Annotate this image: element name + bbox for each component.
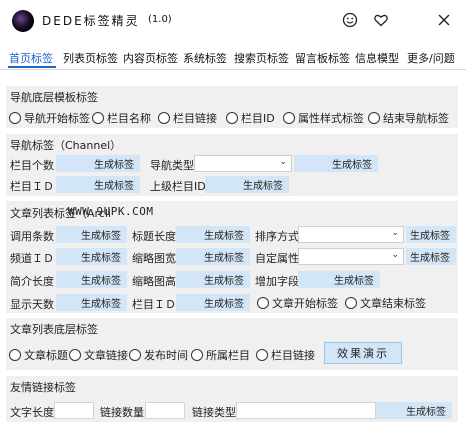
chevron-down-icon: ⌄ (391, 228, 399, 238)
nav-type-select[interactable]: ⌄ (194, 155, 292, 172)
app-logo-icon (12, 10, 34, 32)
generate-button[interactable]: 生成标签 (176, 271, 250, 288)
app-title: DEDE标签精灵 (42, 14, 140, 28)
radio-col-link2[interactable]: 栏目链接 (256, 347, 315, 363)
generate-button[interactable]: 生成标签 (205, 176, 289, 193)
heart-icon[interactable] (370, 9, 392, 31)
label-text-len: 文字长度 (10, 406, 54, 419)
generate-button[interactable]: 生成标签 (298, 271, 380, 288)
section-title: 文章列表底层标签 (10, 323, 98, 336)
tab-bar: 首页标签 列表页标签 内容页标签 系统标签 搜索页标签 留言板标签 信息模型 更… (0, 42, 466, 70)
text-len-input[interactable] (54, 402, 94, 419)
label-intro-len: 简介长度 (10, 275, 54, 288)
label-thumb-w: 缩略图宽 (132, 252, 176, 265)
watermark: WWW.9UPK.COM (68, 205, 154, 218)
generate-button[interactable]: 生成标签 (56, 248, 127, 265)
tab-more[interactable]: 更多/问题 (407, 50, 455, 66)
generate-button[interactable]: 生成标签 (176, 226, 250, 243)
label-custom-attr: 自定属性 (255, 252, 299, 265)
label-days: 显示天数 (10, 298, 54, 311)
chevron-down-icon: ⌄ (391, 250, 399, 260)
label-link-type: 链接类型 (192, 406, 236, 419)
link-type-input[interactable] (236, 402, 376, 419)
chevron-down-icon: ⌄ (279, 157, 287, 167)
radio-belong-col[interactable]: 所属栏目 (191, 347, 250, 363)
smiley-icon[interactable] (339, 9, 361, 31)
radio-pub-time[interactable]: 发布时间 (129, 347, 188, 363)
generate-button[interactable]: 生成标签 (376, 402, 452, 419)
close-icon[interactable] (433, 9, 455, 31)
radio-nav-start[interactable]: 导航开始标签 (9, 110, 90, 126)
radio-arc-link[interactable]: 文章链接 (69, 347, 128, 363)
label-channel-id: 频道ＩＤ (10, 252, 54, 265)
radio-arc-start[interactable]: 文章开始标签 (257, 295, 338, 311)
label-arc-col-id: 栏目ＩＤ (132, 298, 176, 311)
link-count-input[interactable] (145, 402, 185, 419)
label-num: 调用条数 (10, 230, 54, 243)
label-parent-id: 上级栏目ID (150, 180, 206, 193)
order-select[interactable]: ⌄ (298, 226, 404, 243)
generate-button[interactable]: 生成标签 (56, 226, 127, 243)
title-bar: DEDE标签精灵 (1.0) (0, 0, 466, 42)
section-title: 导航底层模板标签 (10, 91, 98, 104)
label-thumb-h: 缩略图高 (132, 275, 176, 288)
tab-home[interactable]: 首页标签 (9, 50, 53, 66)
tab-guestbook[interactable]: 留言板标签 (295, 50, 350, 66)
app-version: (1.0) (148, 14, 172, 25)
custom-attr-select[interactable]: ⌄ (298, 248, 404, 265)
generate-button[interactable]: 生成标签 (406, 248, 456, 265)
generate-button[interactable]: 生成标签 (176, 294, 250, 311)
radio-arc-title[interactable]: 文章标题 (9, 347, 68, 363)
tab-search[interactable]: 搜索页标签 (234, 50, 289, 66)
label-title-len: 标题长度 (132, 230, 176, 243)
radio-nav-end[interactable]: 结束导航标签 (368, 110, 449, 126)
demo-effect-button[interactable]: 效果演示 (324, 342, 402, 364)
radio-arc-end[interactable]: 文章结束标签 (345, 295, 426, 311)
generate-button[interactable]: 生成标签 (176, 248, 250, 265)
radio-attr-style[interactable]: 属性样式标签 (283, 110, 364, 126)
generate-button[interactable]: 生成标签 (56, 271, 127, 288)
label-add-field: 增加字段 (255, 275, 299, 288)
radio-col-id[interactable]: 栏目ID (226, 110, 275, 126)
radio-col-name[interactable]: 栏目名称 (92, 110, 151, 126)
tab-info-model[interactable]: 信息模型 (355, 50, 399, 66)
tab-content[interactable]: 内容页标签 (123, 50, 178, 66)
label-nav-type: 导航类型 (150, 159, 194, 172)
tab-system[interactable]: 系统标签 (183, 50, 227, 66)
label-link-count: 链接数量 (100, 406, 144, 419)
generate-button[interactable]: 生成标签 (294, 155, 378, 172)
tab-list[interactable]: 列表页标签 (63, 50, 118, 66)
generate-button[interactable]: 生成标签 (56, 294, 127, 311)
generate-button[interactable]: 生成标签 (56, 176, 140, 193)
generate-button[interactable]: 生成标签 (56, 155, 140, 172)
active-tab-indicator (8, 66, 56, 68)
label-col-id: 栏目ＩＤ (10, 180, 54, 193)
section-title: 导航标签（Channel） (10, 139, 122, 152)
label-col-count: 栏目个数 (10, 159, 54, 172)
generate-button[interactable]: 生成标签 (406, 226, 456, 243)
radio-col-link[interactable]: 栏目链接 (158, 110, 217, 126)
label-order: 排序方式 (255, 230, 299, 243)
section-title: 友情链接标签 (10, 381, 76, 394)
